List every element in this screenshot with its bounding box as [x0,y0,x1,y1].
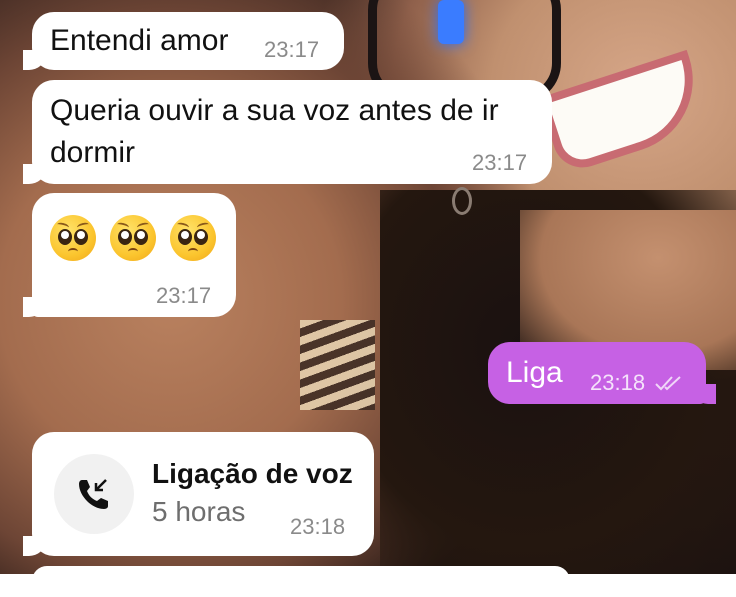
message-text: Liga [506,356,563,389]
call-duration: 5 horas [152,496,246,527]
message-text-line-1: Queria ouvir a sua voz antes de ir [50,94,499,127]
message-time: 23:18 [590,370,646,395]
message-bubble-incoming[interactable]: 23:17 [23,193,236,317]
message-time: 23:17 [472,150,528,175]
message-time: 23:17 [156,283,212,308]
message-bubble-incoming[interactable]: Entendi amor 23:17 [23,12,344,70]
pleading-face-emoji [50,215,96,261]
message-time: 23:18 [290,514,346,539]
message-bubble-incoming[interactable]: Queria ouvir a sua voz antes de ir dormi… [23,80,552,184]
call-title: Ligação de voz [152,458,353,489]
message-bubble-outgoing[interactable]: Liga 23:18 [488,342,716,404]
call-message-bubble[interactable]: Ligação de voz 5 horas 23:18 [23,432,374,556]
missed-call-icon [79,479,108,509]
emoji-row [50,215,230,261]
message-time: 23:17 [264,37,320,62]
read-receipt-icon [654,374,684,397]
message-meta: 23:18 [590,370,684,397]
message-text: Entendi amor [50,24,229,57]
call-icon-circle[interactable] [54,454,134,534]
message-bubble-incoming[interactable] [23,566,570,596]
pleading-face-emoji [110,215,156,261]
pleading-face-emoji [170,215,216,261]
message-text-line-2: dormir [50,136,136,169]
